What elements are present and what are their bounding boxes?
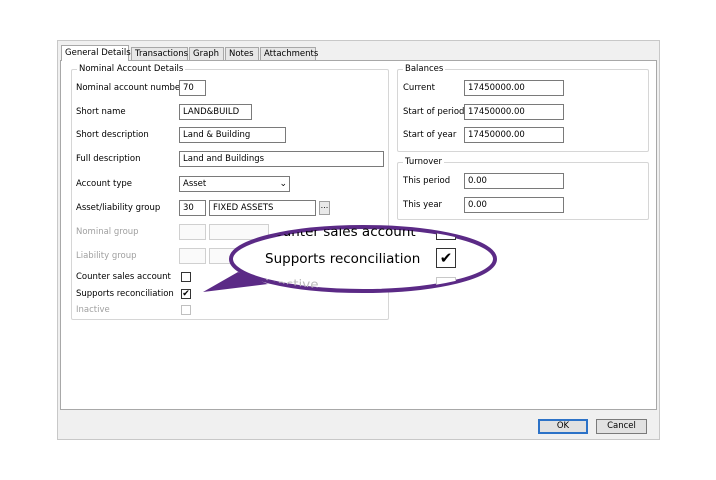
short-description-label: Short description [76,130,149,140]
this-period-field[interactable]: 0.00 [464,173,564,189]
this-period-label: This period [403,176,451,186]
supports-reconciliation-label: Supports reconciliation [76,289,174,299]
full-description-field[interactable]: Land and Buildings [179,151,384,167]
counter-sales-label: Counter sales account [76,272,171,282]
account-type-value: Asset [183,179,207,189]
ok-button[interactable]: OK [538,419,588,434]
checkmark-icon: ✔ [182,289,190,299]
liability-group-label: Liability group [76,251,137,261]
current-label: Current [403,83,435,93]
this-year-label: This year [403,200,443,210]
start-of-year-label: Start of year [403,130,457,140]
full-description-label: Full description [76,154,141,164]
tab-attachments[interactable]: Attachments [260,47,318,60]
tab-notes[interactable]: Notes [225,47,259,60]
liability-group-name-field [209,248,239,264]
account-type-label: Account type [76,179,133,189]
chevron-down-icon[interactable]: ⌄ [279,177,287,191]
account-number-label: Nominal account number [76,83,184,93]
short-name-field[interactable]: LAND&BUILD [179,104,252,120]
account-type-select[interactable]: Asset ⌄ [179,176,290,192]
nominal-group-code-field [179,224,206,240]
nominal-account-dialog: General Details Transactions Graph Notes… [57,40,660,440]
tab-graph[interactable]: Graph [189,47,224,60]
counter-sales-checkbox[interactable] [181,272,191,282]
liability-group-code-field [179,248,206,264]
nominal-details-legend: Nominal Account Details [77,63,186,75]
start-of-period-field[interactable]: 17450000.00 [464,104,564,120]
this-year-field[interactable]: 0.00 [464,197,564,213]
turnover-legend: Turnover [403,156,444,168]
inactive-checkbox [181,305,191,315]
supports-reconciliation-checkbox[interactable]: ✔ [181,289,191,299]
short-name-label: Short name [76,107,126,117]
asset-liability-group-label: Asset/liability group [76,203,161,213]
tab-transactions[interactable]: Transactions [131,47,188,60]
tab-general-details[interactable]: General Details [61,45,131,61]
current-field[interactable]: 17450000.00 [464,80,564,96]
nominal-group-label: Nominal group [76,227,139,237]
balances-legend: Balances [403,63,446,75]
asset-liability-group-name-field: FIXED ASSETS [209,200,316,216]
asset-liability-group-code-field[interactable]: 30 [179,200,206,216]
cancel-button[interactable]: Cancel [596,419,647,434]
account-number-field[interactable]: 70 [179,80,206,96]
start-of-year-field[interactable]: 17450000.00 [464,127,564,143]
lookup-button[interactable]: ... [319,201,330,215]
nominal-group-name-field [209,224,269,240]
inactive-label: Inactive [76,305,110,315]
start-of-period-label: Start of period [403,107,465,117]
short-description-field[interactable]: Land & Building [179,127,286,143]
general-details-page: Nominal Account Details Nominal account … [60,60,657,410]
